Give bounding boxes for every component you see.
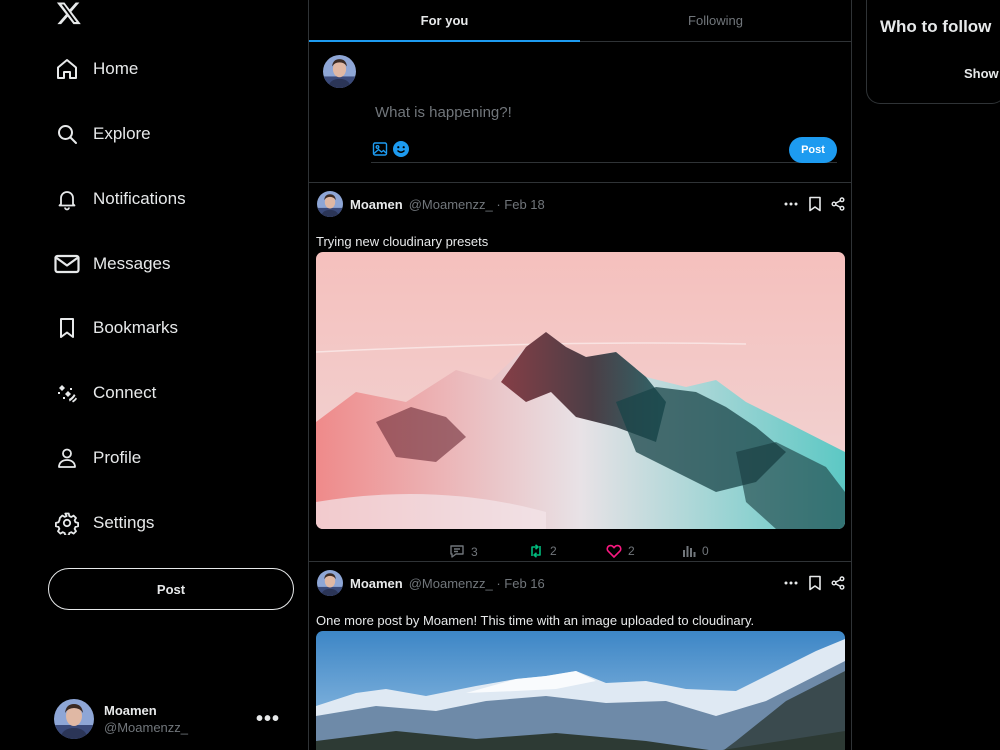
views-button[interactable]: 0 bbox=[682, 544, 709, 558]
avatar[interactable] bbox=[317, 570, 343, 596]
sidebar-item-notifications[interactable]: Notifications bbox=[54, 183, 186, 215]
sidebar-item-label: Notifications bbox=[93, 189, 186, 208]
share-icon[interactable] bbox=[831, 576, 845, 590]
tab-following[interactable]: Following bbox=[580, 0, 851, 41]
sidebar-item-home[interactable]: Home bbox=[54, 53, 138, 85]
post-meta: @Moamenzz_ · Feb 16 bbox=[408, 575, 545, 591]
mail-icon bbox=[54, 251, 80, 277]
who-to-follow-panel: Who to follow Show bbox=[866, 0, 1000, 104]
emoji-icon[interactable] bbox=[392, 140, 410, 158]
image-icon[interactable] bbox=[371, 140, 389, 158]
panel-title: Who to follow bbox=[880, 17, 992, 36]
views-count: 0 bbox=[702, 544, 709, 558]
bookmark-icon bbox=[54, 315, 80, 341]
sidebar-item-settings[interactable]: Settings bbox=[54, 507, 154, 539]
post-image[interactable] bbox=[316, 631, 845, 750]
sidebar-item-label: Explore bbox=[93, 124, 151, 143]
sidebar-item-label: Connect bbox=[93, 383, 157, 402]
reply-icon bbox=[449, 544, 465, 559]
search-icon bbox=[54, 121, 80, 147]
sidebar-item-explore[interactable]: Explore bbox=[54, 118, 151, 150]
reply-button[interactable]: 3 bbox=[449, 544, 478, 559]
home-icon bbox=[54, 56, 80, 82]
sidebar-item-label: Home bbox=[93, 59, 139, 78]
account-name: Moamen bbox=[104, 703, 157, 718]
compose-input[interactable] bbox=[375, 104, 835, 121]
share-icon[interactable] bbox=[831, 197, 845, 211]
bookmark-icon[interactable] bbox=[808, 575, 822, 591]
post-image[interactable] bbox=[316, 252, 845, 529]
post-meta: @Moamenzz_ · Feb 18 bbox=[408, 196, 545, 212]
views-icon bbox=[682, 544, 696, 558]
x-logo-icon[interactable] bbox=[56, 0, 82, 26]
more-icon[interactable] bbox=[783, 575, 799, 591]
sidebar-post-button[interactable]: Post bbox=[48, 568, 294, 610]
show-more-link[interactable]: Show bbox=[964, 66, 999, 81]
timeline-tabs: For you Following bbox=[309, 0, 851, 42]
left-sidebar: Home Explore Notifications Messages Book… bbox=[0, 0, 308, 750]
account-switcher[interactable]: Moamen @Moamenzz_ ••• bbox=[54, 697, 294, 741]
repost-icon bbox=[528, 544, 544, 558]
bell-icon bbox=[54, 186, 80, 212]
repost-count: 2 bbox=[550, 544, 557, 558]
sidebar-item-bookmarks[interactable]: Bookmarks bbox=[54, 312, 178, 344]
reply-count: 3 bbox=[471, 544, 478, 559]
compose-post-button[interactable]: Post bbox=[789, 137, 837, 163]
composer-divider bbox=[371, 162, 837, 163]
avatar bbox=[323, 55, 356, 88]
avatar[interactable] bbox=[317, 191, 343, 217]
connect-icon bbox=[54, 380, 80, 406]
sidebar-item-profile[interactable]: Profile bbox=[54, 442, 141, 474]
like-count: 2 bbox=[628, 544, 635, 558]
gear-icon bbox=[54, 510, 80, 536]
post-card[interactable]: Moamen @Moamenzz_ · Feb 16 One more post… bbox=[309, 563, 851, 750]
sidebar-item-label: Bookmarks bbox=[93, 318, 179, 337]
more-icon[interactable]: ••• bbox=[256, 708, 280, 731]
post-text: Trying new cloudinary presets bbox=[316, 234, 489, 249]
bookmark-icon[interactable] bbox=[808, 196, 822, 212]
tab-for-you[interactable]: For you bbox=[309, 0, 580, 42]
more-icon[interactable] bbox=[783, 196, 799, 212]
post-composer: Post bbox=[309, 42, 851, 183]
heart-icon bbox=[606, 544, 622, 558]
repost-button[interactable]: 2 bbox=[528, 544, 557, 558]
post-card[interactable]: Moamen @Moamenzz_ · Feb 18 Trying new cl… bbox=[309, 184, 851, 562]
sidebar-item-label: Profile bbox=[93, 448, 142, 467]
main-timeline: For you Following Post Moamen @Moamenzz_… bbox=[308, 0, 852, 750]
post-author[interactable]: Moamen bbox=[350, 197, 403, 212]
post-actions: 3 2 2 0 bbox=[309, 544, 851, 562]
sidebar-item-connect[interactable]: Connect bbox=[54, 377, 156, 409]
sidebar-item-label: Messages bbox=[93, 254, 171, 273]
like-button[interactable]: 2 bbox=[606, 544, 635, 558]
avatar bbox=[54, 699, 94, 739]
person-icon bbox=[54, 445, 80, 471]
post-author[interactable]: Moamen bbox=[350, 576, 403, 591]
account-handle: @Moamenzz_ bbox=[104, 720, 189, 735]
sidebar-item-label: Settings bbox=[93, 513, 155, 532]
post-text: One more post by Moamen! This time with … bbox=[316, 613, 755, 628]
sidebar-item-messages[interactable]: Messages bbox=[54, 248, 170, 280]
